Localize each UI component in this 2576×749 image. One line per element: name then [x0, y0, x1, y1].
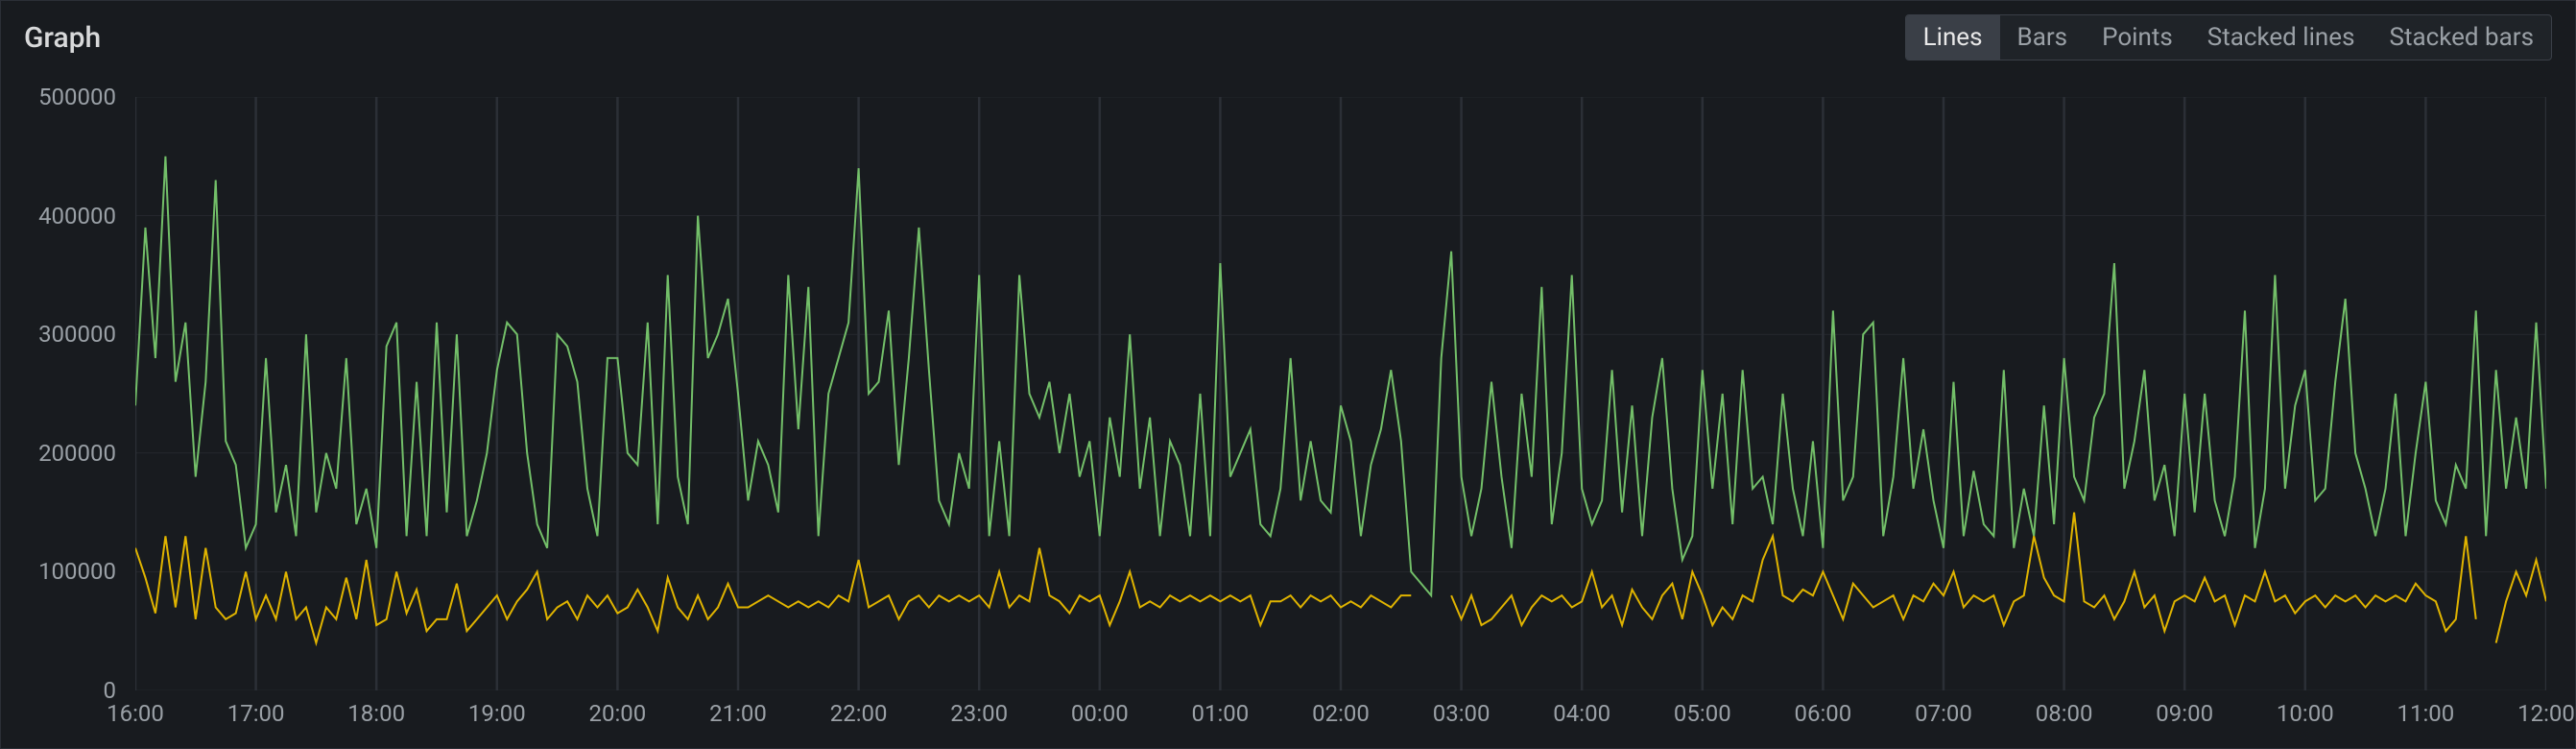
x-tick: 18:00 — [347, 700, 405, 727]
view-option-lines[interactable]: Lines — [1906, 15, 2000, 60]
x-tick: 12:00 — [2517, 700, 2575, 727]
x-tick: 10:00 — [2277, 700, 2334, 727]
x-tick: 08:00 — [2036, 700, 2093, 727]
panel-title: Graph — [24, 21, 101, 55]
view-option-points[interactable]: Points — [2085, 15, 2190, 60]
x-tick: 00:00 — [1071, 700, 1129, 727]
y-tick: 400000 — [38, 203, 116, 230]
x-tick: 02:00 — [1312, 700, 1370, 727]
plot-area — [135, 97, 2546, 690]
y-tick: 100000 — [38, 558, 116, 585]
y-axis: 0100000200000300000400000500000 — [1, 97, 126, 690]
x-tick: 19:00 — [468, 700, 526, 727]
x-tick: 06:00 — [1795, 700, 1852, 727]
x-tick: 11:00 — [2397, 700, 2455, 727]
x-tick: 23:00 — [950, 700, 1008, 727]
y-tick: 200000 — [38, 440, 116, 467]
y-tick: 300000 — [38, 321, 116, 348]
view-option-bars[interactable]: Bars — [2000, 15, 2086, 60]
x-tick: 17:00 — [227, 700, 285, 727]
y-tick: 500000 — [38, 84, 116, 110]
view-style-switch: LinesBarsPointsStacked linesStacked bars — [1905, 14, 2552, 60]
x-tick: 09:00 — [2156, 700, 2213, 727]
x-tick: 07:00 — [1915, 700, 1972, 727]
panel-header: Graph LinesBarsPointsStacked linesStacke… — [1, 1, 2575, 60]
x-tick: 05:00 — [1674, 700, 1731, 727]
x-tick: 03:00 — [1433, 700, 1491, 727]
view-option-stacked-lines[interactable]: Stacked lines — [2190, 15, 2373, 60]
x-tick: 01:00 — [1192, 700, 1250, 727]
x-tick: 22:00 — [830, 700, 888, 727]
chart-svg — [135, 97, 2546, 690]
x-tick: 04:00 — [1553, 700, 1610, 727]
chart-panel: Graph LinesBarsPointsStacked linesStacke… — [0, 0, 2576, 749]
x-tick: 21:00 — [709, 700, 767, 727]
x-tick: 16:00 — [107, 700, 164, 727]
x-tick: 20:00 — [589, 700, 647, 727]
view-option-stacked-bars[interactable]: Stacked bars — [2373, 15, 2552, 60]
x-axis: 16:0017:0018:0019:0020:0021:0022:0023:00… — [135, 700, 2546, 738]
